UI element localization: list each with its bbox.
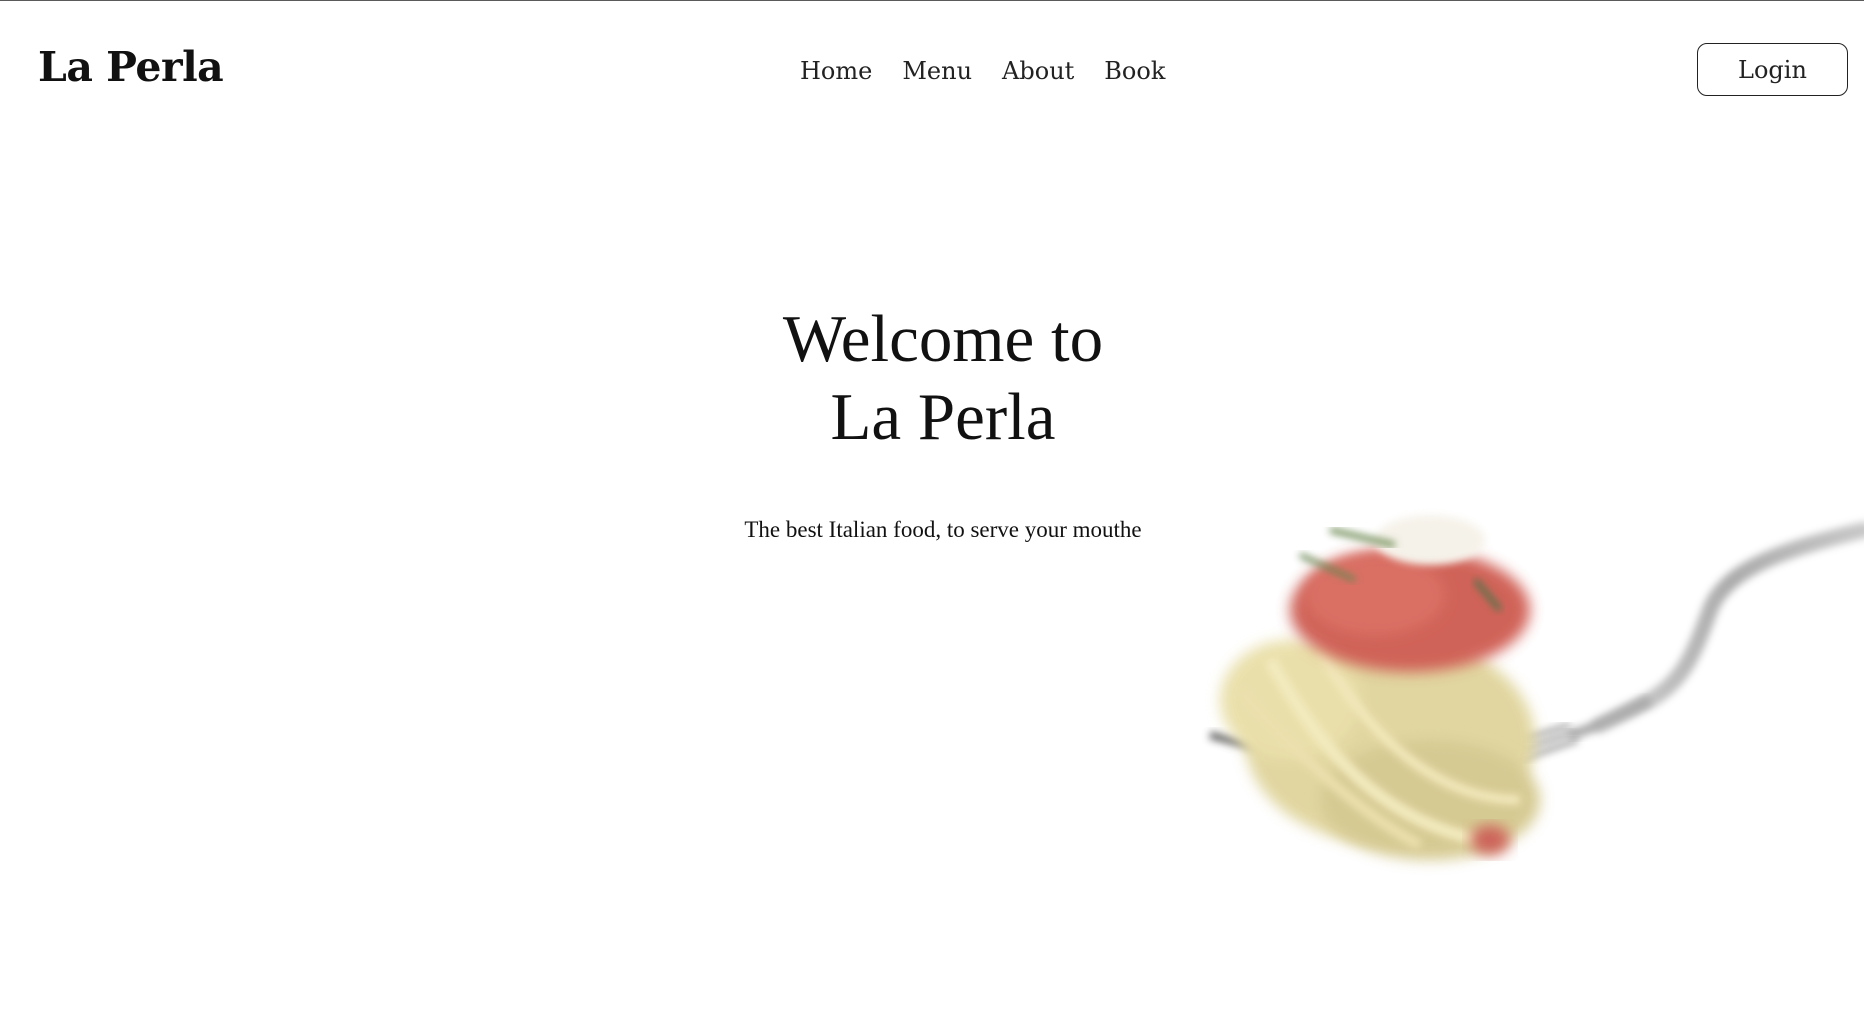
brand-logo[interactable]: La Perla [38, 43, 224, 91]
navbar: La Perla Home Menu About Book Login [0, 0, 1864, 144]
pasta-fork-image [1208, 515, 1864, 860]
hero-title: Welcome to La Perla [0, 300, 1864, 456]
nav-links: Home Menu About Book [800, 53, 1165, 89]
nav-link-menu[interactable]: Menu [902, 57, 972, 85]
nav-link-home[interactable]: Home [800, 57, 872, 85]
nav-link-about[interactable]: About [1002, 57, 1074, 85]
hero-title-line-2: La Perla [830, 380, 1056, 454]
nav-link-book[interactable]: Book [1104, 57, 1165, 85]
login-button[interactable]: Login [1697, 43, 1848, 96]
hero-title-line-1: Welcome to [782, 302, 1104, 376]
